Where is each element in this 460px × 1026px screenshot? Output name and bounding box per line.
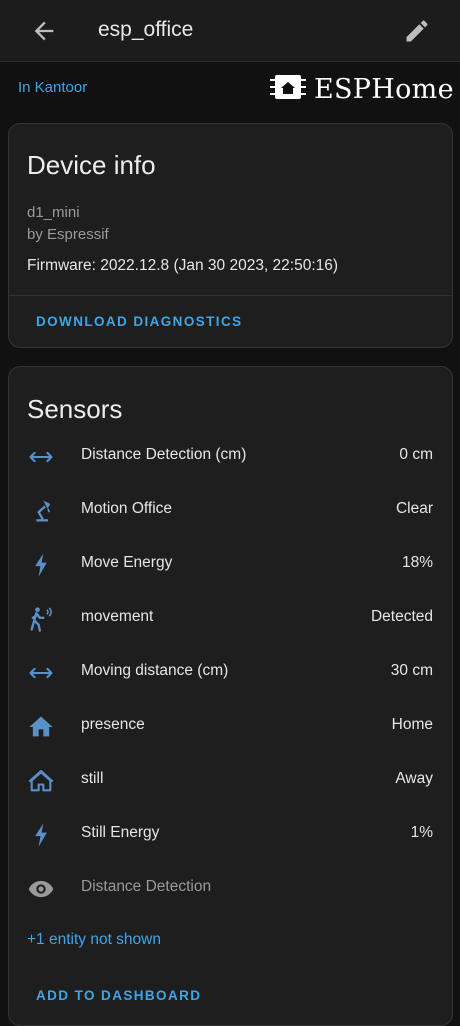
- esphome-chip-icon: [270, 72, 306, 107]
- sensor-value: 0 cm: [399, 446, 433, 463]
- sensor-row-move-energy[interactable]: Move Energy 18%: [9, 538, 452, 592]
- download-diagnostics-button[interactable]: DOWNLOAD DIAGNOSTICS: [36, 314, 243, 329]
- sensor-row-still[interactable]: still Away: [9, 754, 452, 808]
- sensor-name: Distance Detection (cm): [81, 446, 247, 463]
- pencil-icon[interactable]: [403, 17, 431, 45]
- sensor-value: Home: [391, 716, 433, 733]
- sensor-name: Move Energy: [81, 554, 173, 571]
- motion-sensor-icon: [27, 605, 55, 633]
- device-firmware: Firmware: 2022.12.8 (Jan 30 2023, 22:50:…: [27, 257, 339, 274]
- sensor-name: presence: [81, 716, 145, 733]
- eye-icon: [27, 875, 55, 903]
- card-divider: [9, 295, 452, 296]
- sensor-row-distance-detection[interactable]: Distance Detection: [9, 862, 452, 916]
- home-outline-icon: [27, 767, 55, 795]
- sensor-value: Away: [395, 770, 433, 787]
- desk-lamp-icon: [27, 497, 55, 525]
- home-icon: [27, 713, 55, 741]
- sensor-row-motion-office[interactable]: Motion Office Clear: [9, 484, 452, 538]
- integration-brand: ESPHome: [270, 70, 454, 108]
- device-manufacturer: by Espressif: [27, 226, 109, 243]
- arrow-left-right-icon: [27, 659, 55, 687]
- top-app-bar: esp_office: [0, 0, 460, 62]
- flash-icon: [27, 551, 55, 579]
- sensor-row-still-energy[interactable]: Still Energy 1%: [9, 808, 452, 862]
- hidden-entities-link[interactable]: +1 entity not shown: [27, 931, 161, 949]
- sensor-value: 1%: [410, 824, 433, 841]
- sensors-title: Sensors: [27, 394, 123, 424]
- arrow-left-icon[interactable]: [30, 17, 58, 45]
- device-info-card: Device info d1_mini by Espressif Firmwar…: [8, 123, 453, 348]
- page-title: esp_office: [98, 18, 194, 41]
- arrow-left-right-icon: [27, 443, 55, 471]
- sensor-name: movement: [81, 608, 154, 625]
- device-model: d1_mini: [27, 204, 80, 221]
- sensor-value: 30 cm: [390, 662, 433, 679]
- sensor-name: Motion Office: [81, 500, 173, 517]
- sensor-name: Still Energy: [81, 824, 160, 841]
- sensor-row-distance-detection-cm[interactable]: Distance Detection (cm) 0 cm: [9, 430, 452, 484]
- sensor-value: Detected: [370, 608, 433, 625]
- sensor-name: still: [81, 770, 104, 787]
- sensor-row-moving-distance-cm[interactable]: Moving distance (cm) 30 cm: [9, 646, 452, 700]
- flash-icon: [27, 821, 55, 849]
- sensor-name: Distance Detection: [81, 878, 212, 895]
- area-link[interactable]: In Kantoor: [18, 79, 87, 96]
- sensor-row-movement[interactable]: movement Detected: [9, 592, 452, 646]
- sensor-row-presence[interactable]: presence Home: [9, 700, 452, 754]
- sensor-value: 18%: [401, 554, 433, 571]
- sensors-card: Sensors Distance Detection (cm) 0 cm Mot…: [8, 366, 453, 1026]
- add-to-dashboard-button[interactable]: ADD TO DASHBOARD: [36, 988, 201, 1003]
- sensor-name: Moving distance (cm): [81, 662, 229, 679]
- brand-name: ESPHome: [314, 73, 454, 105]
- sensor-value: Clear: [395, 500, 433, 517]
- device-info-title: Device info: [27, 150, 156, 180]
